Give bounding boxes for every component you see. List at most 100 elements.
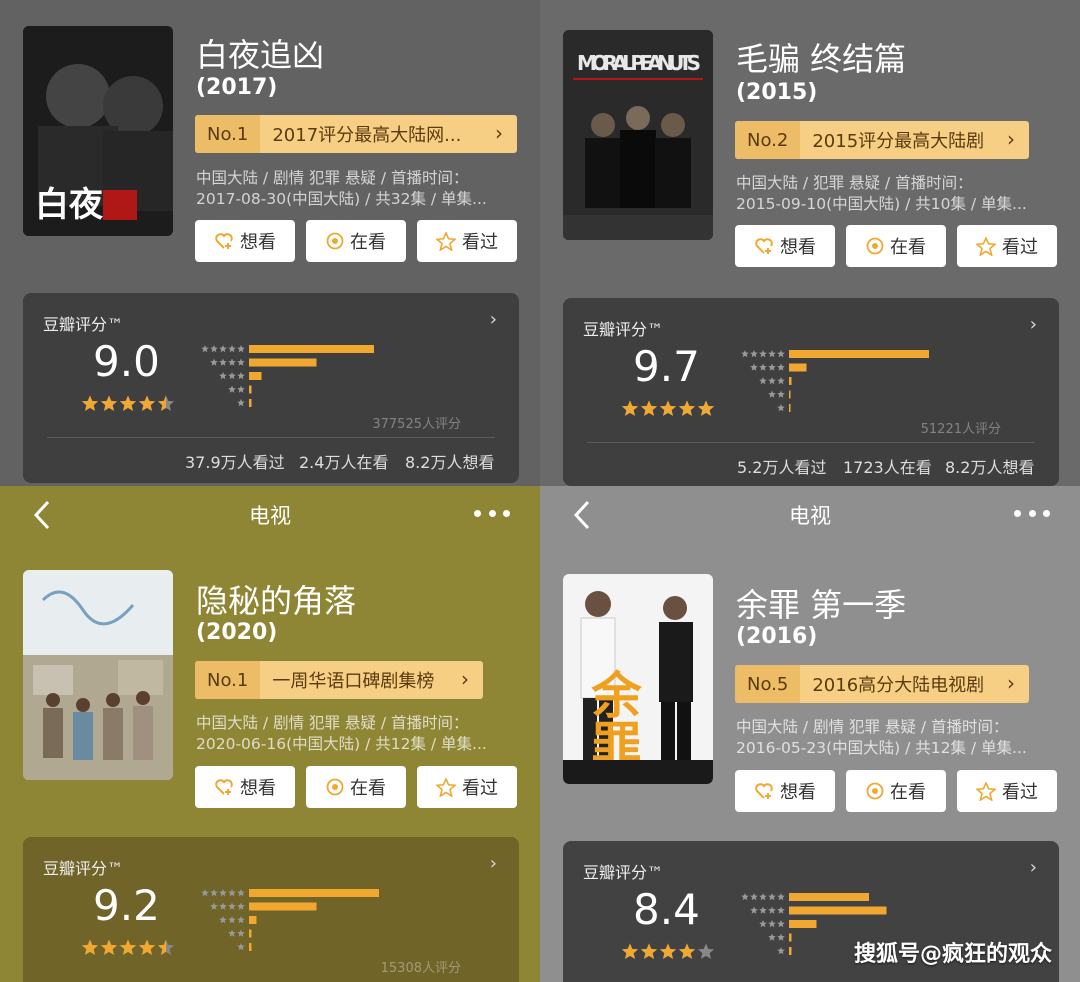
- watching-button[interactable]: 在看: [846, 225, 946, 267]
- star-icon-filled: [100, 939, 118, 955]
- star-icon-filled: [678, 400, 696, 416]
- star-icon-filled: [621, 943, 639, 959]
- meta-info: 中国大陆 / 剧情 犯罪 悬疑 / 首播时间： 2020-06-16(中国大陆)…: [196, 713, 496, 755]
- action-row: 想看 在看 看过: [195, 220, 517, 262]
- mini-star-icon: [759, 363, 767, 371]
- want-to-watch-label: 想看: [240, 778, 276, 799]
- watching-label: 在看: [890, 237, 926, 258]
- rank-badge[interactable]: No.2 2015评分最高大陆剧 ›: [735, 121, 1029, 159]
- douban-rating-panel[interactable]: 豆瓣评分™ › 9.0 377525人评分 37.9万人看过 2.4万人在看 8…: [23, 293, 519, 483]
- mini-star-icon: [750, 906, 758, 914]
- want-to-watch-button[interactable]: 想看: [735, 770, 835, 812]
- watching-button[interactable]: 在看: [306, 220, 406, 262]
- star-icon-filled: [138, 395, 156, 411]
- star-icon-filled: [119, 395, 137, 411]
- chevron-right-icon: ›: [495, 121, 503, 145]
- meta-info: 中国大陆 / 犯罪 悬疑 / 首播时间： 2015-09-10(中国大陆) / …: [736, 173, 1036, 215]
- mini-star-icon: [237, 372, 245, 380]
- watched-label: 看过: [462, 232, 498, 253]
- want-to-watch-button[interactable]: 想看: [195, 220, 295, 262]
- mini-star-icon: [777, 390, 785, 398]
- mini-star-icon: [768, 350, 776, 358]
- rank-badge[interactable]: No.5 2016高分大陆电视剧 ›: [735, 665, 1029, 703]
- heart-plus-icon: [755, 783, 773, 799]
- want-to-watch-button[interactable]: 想看: [735, 225, 835, 267]
- mini-star-icon: [201, 345, 209, 353]
- watching-label: 在看: [350, 778, 386, 799]
- star-icon-filled: [138, 939, 156, 955]
- poster-title-text: MORAL PEANUTS: [577, 51, 701, 75]
- meta-line-genre: 中国大陆 / 剧情 犯罪 悬疑 / 首播时间：: [196, 169, 469, 187]
- star-icon-filled: [659, 943, 677, 959]
- mini-star-icon: [219, 345, 227, 353]
- rank-number: No.1: [195, 661, 261, 699]
- distribution-bar-1-star: [249, 943, 252, 951]
- distribution-bar-2-star: [789, 390, 791, 399]
- mini-star-icon: [768, 933, 776, 941]
- action-row: 想看 在看 看过: [735, 225, 1057, 267]
- distribution-bar-2-star: [249, 929, 252, 938]
- watched-button[interactable]: 看过: [957, 225, 1057, 267]
- watching-button[interactable]: 在看: [846, 770, 946, 812]
- heart-plus-icon: [215, 779, 233, 795]
- douban-rating-panel[interactable]: 豆瓣评分™ › 9.2 15308人评分: [23, 837, 519, 982]
- watched-label: 看过: [1002, 237, 1038, 258]
- more-icon[interactable]: [474, 498, 510, 528]
- mini-star-icon: [237, 358, 245, 366]
- mini-star-icon: [237, 345, 245, 353]
- watching-button[interactable]: 在看: [306, 766, 406, 808]
- mini-star-icon: [750, 363, 758, 371]
- watched-button[interactable]: 看过: [417, 766, 517, 808]
- rank-badge[interactable]: No.1 一周华语口碑剧集榜 ›: [195, 661, 483, 699]
- watched-button[interactable]: 看过: [417, 220, 517, 262]
- want-to-watch-button[interactable]: 想看: [195, 766, 295, 808]
- douban-rating-panel[interactable]: 豆瓣评分™ › 9.7 51221人评分 5.2万人看过 1723人在看 8.2…: [563, 298, 1059, 486]
- mini-star-icon: [228, 916, 236, 924]
- mini-star-icon: [741, 893, 749, 901]
- mini-star-icon: [237, 399, 245, 407]
- mini-star-icon: [768, 893, 776, 901]
- distribution-bar-4-star: [789, 363, 807, 372]
- mini-star-icon: [219, 916, 227, 924]
- more-icon[interactable]: [1014, 498, 1050, 528]
- star-icon-filled: [640, 943, 658, 959]
- poster-image[interactable]: MORAL PEANUTS: [563, 30, 713, 240]
- mini-star-icon: [219, 902, 227, 910]
- action-row: 想看 在看 看过: [195, 766, 517, 808]
- watched-button[interactable]: 看过: [957, 770, 1057, 812]
- heart-plus-icon: [755, 238, 773, 254]
- stat-watched: 37.9万人看过: [185, 453, 285, 472]
- star-icon-filled: [119, 939, 137, 955]
- watching-label: 在看: [350, 232, 386, 253]
- star-icon-filled: [100, 395, 118, 411]
- meta-line-date: 2020-06-16(中国大陆) / 共12集 / 单集...: [196, 735, 487, 753]
- meta-info: 中国大陆 / 剧情 犯罪 悬疑 / 首播时间： 2017-08-30(中国大陆)…: [196, 168, 496, 210]
- mini-star-icon: [228, 889, 236, 897]
- rating-count: 51221人评分: [920, 422, 1001, 437]
- distribution-bar-4-star: [249, 902, 317, 911]
- poster-image[interactable]: 余罪: [563, 574, 713, 784]
- rating-label: 豆瓣评分™: [583, 320, 664, 339]
- mini-star-icon: [210, 902, 218, 910]
- stat-watching: 2.4万人在看: [299, 453, 389, 472]
- rank-badge[interactable]: No.1 2017评分最高大陆网... ›: [195, 115, 517, 153]
- mini-star-icon: [237, 916, 245, 924]
- mini-star-icon: [768, 363, 776, 371]
- mini-star-icon: [777, 363, 785, 371]
- show-title: 余罪 第一季: [736, 586, 907, 624]
- mini-star-icon: [228, 358, 236, 366]
- stat-watched: 5.2万人看过: [737, 458, 827, 477]
- chevron-right-icon: ›: [461, 667, 469, 691]
- watching-label: 在看: [890, 782, 926, 803]
- distribution-bar-1-star: [789, 404, 791, 412]
- star-icon-filled: [621, 400, 639, 416]
- stat-want: 8.2万人想看: [945, 458, 1035, 477]
- watched-label: 看过: [462, 778, 498, 799]
- show-year: (2017): [196, 75, 278, 100]
- rating-stars: [81, 395, 175, 411]
- poster-image[interactable]: [23, 570, 173, 780]
- rating-count: 377525人评分: [372, 417, 461, 432]
- watched-label: 看过: [1002, 782, 1038, 803]
- rating-score: 8.4: [633, 885, 700, 934]
- poster-image[interactable]: 白夜: [23, 26, 173, 236]
